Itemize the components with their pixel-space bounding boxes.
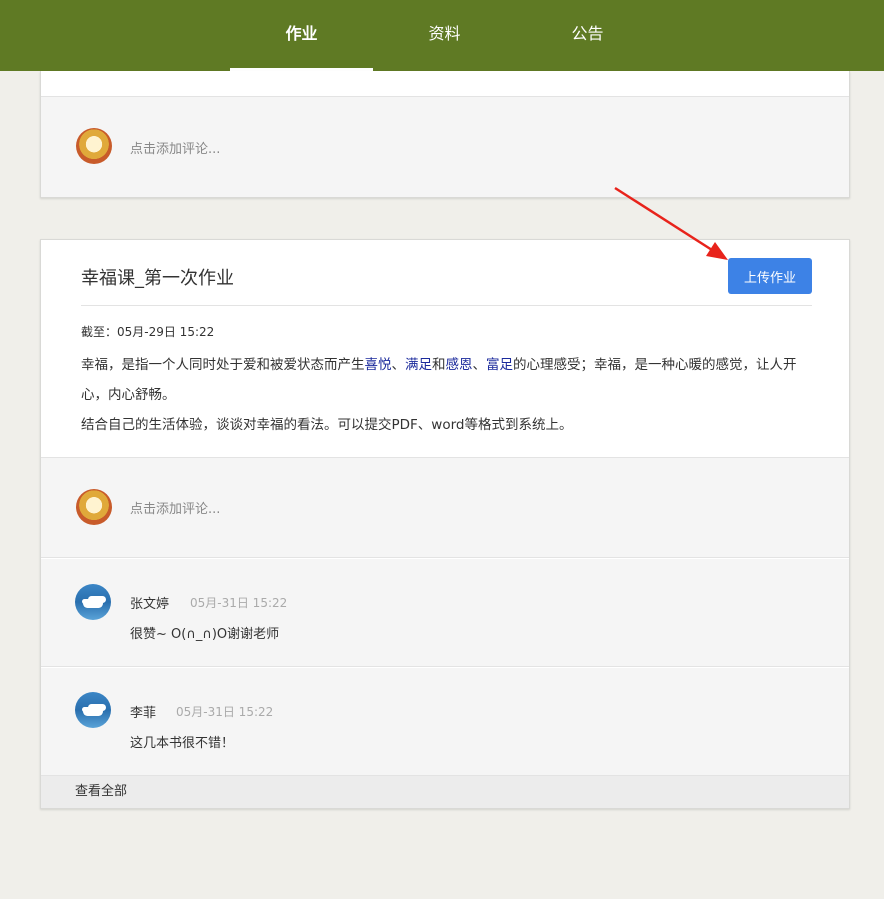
comment-item: 李菲 05月-31日 15:22 这几本书很不错！ <box>41 668 849 776</box>
commenter-avatar <box>75 692 111 728</box>
assignment-title: 幸福课_第一次作业 <box>81 268 234 289</box>
comment-placeholder[interactable]: 点击添加评论... <box>130 498 220 517</box>
assignment-card: 幸福课_第一次作业 上传作业 截至：05月-29日 15:22 幸福，是指一个人… <box>40 239 850 809</box>
tab-notice[interactable]: 公告 <box>516 0 659 71</box>
assignment-description: 幸福，是指一个人同时处于爱和被爱状态而产生喜悦、满足和感恩、富足的心理感受；幸福… <box>81 350 821 440</box>
commenter-name: 张文婷 <box>130 597 170 612</box>
user-avatar <box>76 489 112 525</box>
commenter-avatar <box>75 584 111 620</box>
view-all-link[interactable]: 查看全部 <box>41 776 849 808</box>
tab-materials[interactable]: 资料 <box>373 0 516 71</box>
user-avatar <box>76 128 112 164</box>
comment-input-row[interactable]: 点击添加评论... <box>41 97 849 197</box>
comment-time: 05月-31日 15:22 <box>190 596 288 610</box>
comment-text: 这几本书很不错！ <box>130 736 235 751</box>
comment-text: 很赞~ O(∩_∩)O谢谢老师 <box>130 627 280 642</box>
commenter-name: 李菲 <box>130 706 157 721</box>
description-paragraph-2: 结合自己的生活体验，谈谈对幸福的看法。可以提交PDF、word等格式到系统上。 <box>81 417 573 433</box>
upload-homework-button[interactable]: 上传作业 <box>728 258 812 294</box>
comment-time: 05月-31日 15:22 <box>176 705 274 719</box>
tab-homework[interactable]: 作业 <box>230 0 373 71</box>
card-body-remainder <box>41 71 849 97</box>
comment-placeholder[interactable]: 点击添加评论... <box>130 138 220 157</box>
deadline-text: 截至：05月-29日 15:22 <box>81 325 215 339</box>
comment-item: 张文婷 05月-31日 15:22 很赞~ O(∩_∩)O谢谢老师 <box>41 559 849 667</box>
title-divider <box>81 305 812 306</box>
comment-input-row[interactable]: 点击添加评论... <box>41 458 849 558</box>
previous-assignment-card: 点击添加评论... <box>40 71 850 198</box>
top-nav: 作业 资料 公告 <box>0 0 884 71</box>
description-paragraph-1: 幸福，是指一个人同时处于爱和被爱状态而产生喜悦、满足和感恩、富足的心理感受；幸福… <box>81 357 797 403</box>
